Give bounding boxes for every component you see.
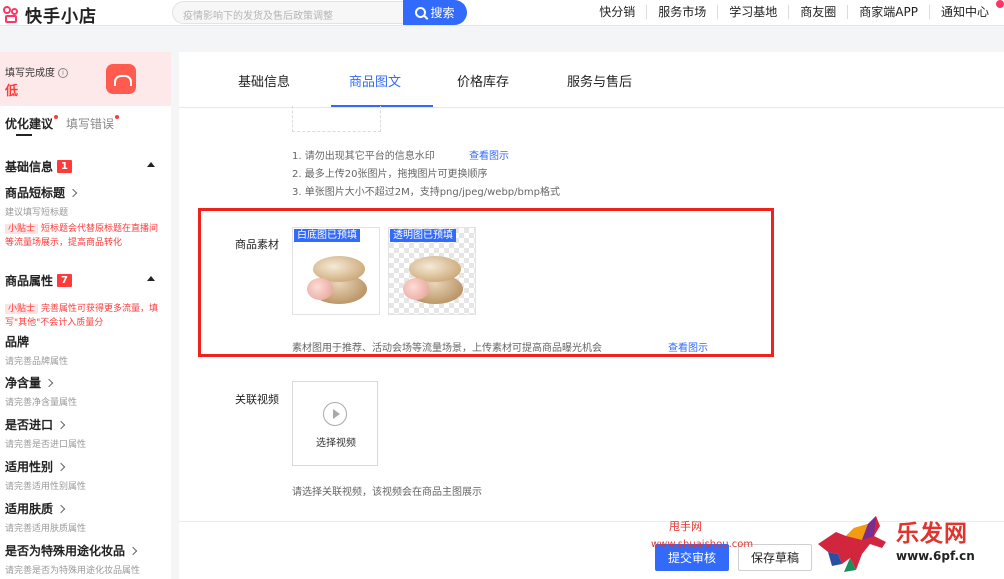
sidebar-tabs: 优化建议 填写错误	[5, 115, 120, 136]
nav-item-distribution[interactable]: 快分销	[588, 5, 646, 19]
note-line: 3. 单张图片大小不超过2M，支持png/jpeg/webp/bmp格式	[292, 187, 560, 198]
field-short-title[interactable]: 商品短标题 建议填写短标题	[5, 184, 78, 218]
app-name: 快手小店	[25, 7, 97, 27]
top-bar: 快手小店 疫情影响下的发货及售后政策调整 搜索 快分销 服务市场 学习基地 商友…	[0, 0, 1004, 27]
watermark-text: 甩手网	[669, 520, 702, 533]
tab-basic-info[interactable]: 基础信息	[238, 71, 290, 90]
field-hint: 请完善是否为特殊用途化妆品属性	[5, 566, 141, 576]
product-image	[307, 256, 367, 308]
completion-label: 填写完成度 i	[5, 64, 68, 79]
chevron-right-icon	[56, 462, 66, 472]
field-imported[interactable]: 是否进口 请完善是否进口属性	[5, 416, 86, 450]
nav-item-service-market[interactable]: 服务市场	[646, 5, 717, 19]
view-example-link[interactable]: 查看图示	[469, 148, 509, 166]
tip-short-title: 小贴士 短标题会代替原标题在直播间等流量场展示，提高商品转化	[5, 224, 159, 248]
video-label: 关联视频	[235, 393, 279, 406]
completion-gauge-icon	[106, 64, 136, 94]
search-icon	[415, 7, 427, 18]
search-button[interactable]: 搜索	[403, 0, 467, 25]
field-hint: 请完善适用肤质属性	[5, 524, 87, 534]
nav-item-notifications[interactable]: 通知中心	[928, 0, 1004, 19]
tab-optimization[interactable]: 优化建议	[5, 115, 59, 136]
watermark-logo: 乐发网 www.6pf.cn	[816, 514, 1004, 579]
product-image	[403, 256, 463, 308]
section-product-attributes[interactable]: 商品属性 7	[5, 272, 155, 289]
field-gender[interactable]: 适用性别 请完善适用性别属性	[5, 458, 86, 492]
section-basic-info[interactable]: 基础信息 1	[5, 158, 155, 175]
chevron-right-icon	[128, 546, 138, 556]
count-badge: 1	[57, 160, 72, 173]
select-video-button[interactable]: 选择视频	[292, 381, 378, 466]
note-line: 2. 最多上传20张图片，拖拽图片可更换顺序	[292, 169, 488, 180]
field-net-content[interactable]: 净含量 请完善净含量属性	[5, 374, 77, 408]
field-hint: 请完善净含量属性	[5, 398, 78, 408]
chevron-right-icon	[68, 188, 78, 198]
count-badge: 7	[57, 274, 72, 287]
prefilled-tag: 透明图已预填	[390, 229, 456, 242]
white-bg-material-thumb[interactable]: 白底图已预填	[292, 227, 380, 315]
highlight-frame	[198, 208, 774, 357]
tab-errors[interactable]: 填写错误	[66, 115, 120, 132]
search-button-label: 搜索	[430, 6, 455, 20]
play-icon	[323, 402, 347, 426]
tab-price-stock[interactable]: 价格库存	[457, 71, 509, 90]
material-note: 素材图用于推荐、活动会场等流量场景，上传素材可提高商品曝光机会	[292, 343, 602, 354]
video-note: 请选择关联视频，该视频会在商品主图展示	[292, 487, 482, 498]
nav-item-notifications-label: 通知中心	[940, 5, 989, 19]
red-dot-icon	[115, 115, 120, 119]
note-line: 1. 请勿出现其它平台的信息水印	[292, 151, 435, 162]
tab-service[interactable]: 服务与售后	[567, 71, 632, 90]
red-dot-icon	[54, 115, 59, 119]
section-tabs: 基础信息 商品图文 价格库存 服务与售后	[179, 52, 1004, 108]
field-hint: 请完善是否进口属性	[5, 440, 87, 450]
info-icon[interactable]: i	[58, 68, 68, 78]
search-input[interactable]: 疫情影响下的发货及售后政策调整	[172, 1, 408, 24]
chevron-right-icon	[56, 420, 66, 430]
select-video-label: 选择视频	[316, 438, 356, 449]
view-example-link[interactable]: 查看图示	[668, 339, 708, 354]
upload-notes: 1. 请勿出现其它平台的信息水印 2. 最多上传20张图片，拖拽图片可更换顺序 …	[292, 148, 560, 202]
image-upload-slot[interactable]	[292, 106, 381, 132]
app-logo[interactable]: 快手小店	[2, 2, 97, 27]
tip-tag: 小贴士	[5, 224, 39, 234]
top-nav: 快分销 服务市场 学习基地 商友圈 商家端APP 通知中心	[588, 0, 1004, 19]
nav-item-merchant-app[interactable]: 商家端APP	[847, 5, 929, 19]
completion-panel: 填写完成度 i 低	[0, 52, 171, 106]
chevron-right-icon	[44, 378, 54, 388]
optimization-sidebar: 填写完成度 i 低 优化建议 填写错误 基础信息 1 商品短标题 建议填写短标题 …	[0, 52, 171, 579]
kuaishou-logo-icon	[2, 5, 22, 25]
tip-attributes: 小贴士 完善属性可获得更多流量，填写"其他"不会计入质量分	[5, 304, 159, 328]
watermark-logo-text: 乐发网	[896, 520, 968, 547]
field-hint: 请完善品牌属性	[5, 357, 69, 367]
chevron-right-icon	[56, 504, 66, 514]
field-hint: 请完善适用性别属性	[5, 482, 87, 492]
field-skin-type[interactable]: 适用肤质 请完善适用肤质属性	[5, 500, 86, 534]
collapse-icon[interactable]	[147, 276, 155, 281]
nav-item-learning[interactable]: 学习基地	[717, 5, 788, 19]
tab-images-text[interactable]: 商品图文	[349, 71, 401, 90]
tip-tag: 小贴士	[5, 304, 39, 314]
nav-item-community[interactable]: 商友圈	[788, 5, 847, 19]
prefilled-tag: 白底图已预填	[294, 229, 360, 242]
field-hint: 建议填写短标题	[5, 208, 69, 218]
collapse-icon[interactable]	[147, 162, 155, 167]
field-brand[interactable]: 品牌 请完善品牌属性	[5, 333, 68, 367]
field-special-cosmetic[interactable]: 是否为特殊用途化妆品 请完善是否为特殊用途化妆品属性	[5, 542, 140, 576]
watermark-logo-url: www.6pf.cn	[896, 549, 975, 563]
product-edit-panel: 基础信息 商品图文 价格库存 服务与售后 1. 请勿出现其它平台的信息水印 2.…	[179, 52, 1004, 579]
completion-level: 低	[5, 84, 19, 99]
transparent-material-thumb[interactable]: 透明图已预填	[388, 227, 476, 315]
notification-badge	[996, 0, 1004, 8]
horse-logo-icon	[818, 516, 886, 572]
material-label: 商品素材	[235, 238, 279, 251]
watermark-url: www.shuaishou.com	[651, 539, 754, 550]
